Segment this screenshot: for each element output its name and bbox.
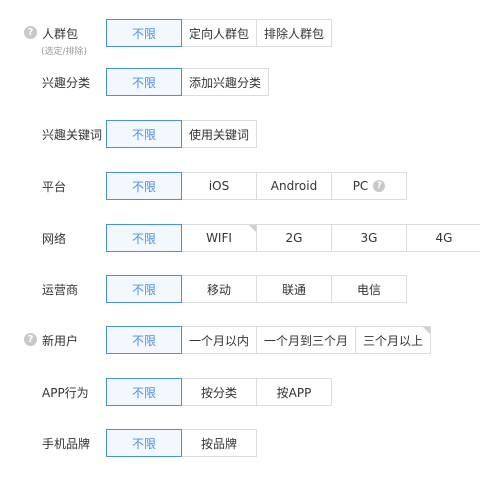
option-group: 不限 使用关键词 [106, 118, 257, 150]
help-icon[interactable]: ? [373, 180, 386, 192]
option-ios[interactable]: iOS [181, 172, 257, 200]
row-new-user: ? 新用户 不限 一个月以内 一个月到三个月 三个月以上 [0, 324, 480, 356]
option-group: 不限 定向人群包 排除人群包 [106, 17, 332, 49]
row-platform: 平台 不限 iOS Android PC ? [0, 170, 480, 202]
option-exclude-audience-pack[interactable]: 排除人群包 [256, 19, 332, 47]
option-unlimited[interactable]: 不限 [106, 326, 182, 354]
row-label: 人群包 [42, 27, 79, 41]
row-label: 兴趣分类 [42, 76, 91, 90]
option-3g[interactable]: 3G [331, 224, 407, 252]
row-label: 新用户 [42, 334, 79, 348]
row-label: 运营商 [42, 283, 79, 297]
option-2g[interactable]: 2G [256, 224, 332, 252]
option-unlimited[interactable]: 不限 [106, 19, 182, 47]
option-by-brand[interactable]: 按品牌 [181, 429, 257, 457]
option-over-three-months[interactable]: 三个月以上 [355, 326, 431, 354]
option-mobile[interactable]: 移动 [181, 275, 257, 303]
row-label: 平台 [42, 180, 67, 194]
row-interest-category: 兴趣分类 不限 添加兴趣分类 [0, 66, 480, 98]
option-telecom[interactable]: 电信 [331, 275, 407, 303]
row-label: 网络 [42, 232, 67, 246]
option-unlimited[interactable]: 不限 [106, 224, 182, 252]
option-group: 不限 iOS Android PC ? [106, 170, 407, 202]
row-sublabel: (选定/排除) [41, 47, 88, 57]
option-by-category[interactable]: 按分类 [181, 378, 257, 406]
option-use-keywords[interactable]: 使用关键词 [181, 120, 257, 148]
option-android[interactable]: Android [256, 172, 332, 200]
option-group: 不限 移动 联通 电信 [106, 273, 407, 305]
option-unlimited[interactable]: 不限 [106, 172, 182, 200]
row-carrier: 运营商 不限 移动 联通 电信 [0, 273, 480, 305]
row-label: 手机品牌 [42, 437, 91, 451]
option-pc[interactable]: PC ? [331, 172, 407, 200]
option-group: 不限 添加兴趣分类 [106, 66, 269, 98]
option-one-to-three-months[interactable]: 一个月到三个月 [256, 326, 356, 354]
help-icon[interactable]: ? [24, 26, 37, 39]
option-4g[interactable]: 4G [406, 224, 480, 252]
option-group: 不限 一个月以内 一个月到三个月 三个月以上 [106, 324, 431, 356]
option-unlimited[interactable]: 不限 [106, 275, 182, 303]
option-add-interest-category[interactable]: 添加兴趣分类 [181, 68, 269, 96]
option-group: 不限 WIFI 2G 3G 4G [106, 222, 480, 254]
row-network: 网络 不限 WIFI 2G 3G 4G [0, 222, 480, 254]
row-label: APP行为 [42, 386, 89, 400]
option-unlimited[interactable]: 不限 [106, 68, 182, 96]
option-target-audience-pack[interactable]: 定向人群包 [181, 19, 257, 47]
option-by-app[interactable]: 按APP [256, 378, 332, 406]
option-group: 不限 按品牌 [106, 427, 257, 459]
option-wifi[interactable]: WIFI [181, 224, 257, 252]
option-unlimited[interactable]: 不限 [106, 378, 182, 406]
row-audience-pack: ? 人群包 (选定/排除) 不限 定向人群包 排除人群包 [0, 17, 480, 57]
option-pc-label: PC [352, 179, 369, 193]
help-icon[interactable]: ? [24, 333, 37, 346]
option-unicom[interactable]: 联通 [256, 275, 332, 303]
row-app-behavior: APP行为 不限 按分类 按APP [0, 376, 480, 408]
row-label: 兴趣关键词 [42, 128, 103, 142]
row-phone-brand: 手机品牌 不限 按品牌 [0, 427, 480, 459]
option-group: 不限 按分类 按APP [106, 376, 332, 408]
option-unlimited[interactable]: 不限 [106, 120, 182, 148]
option-unlimited[interactable]: 不限 [106, 429, 182, 457]
option-within-one-month[interactable]: 一个月以内 [181, 326, 257, 354]
corner-marker [423, 327, 430, 334]
row-interest-keywords: 兴趣关键词 不限 使用关键词 [0, 118, 480, 150]
corner-marker [249, 225, 256, 232]
